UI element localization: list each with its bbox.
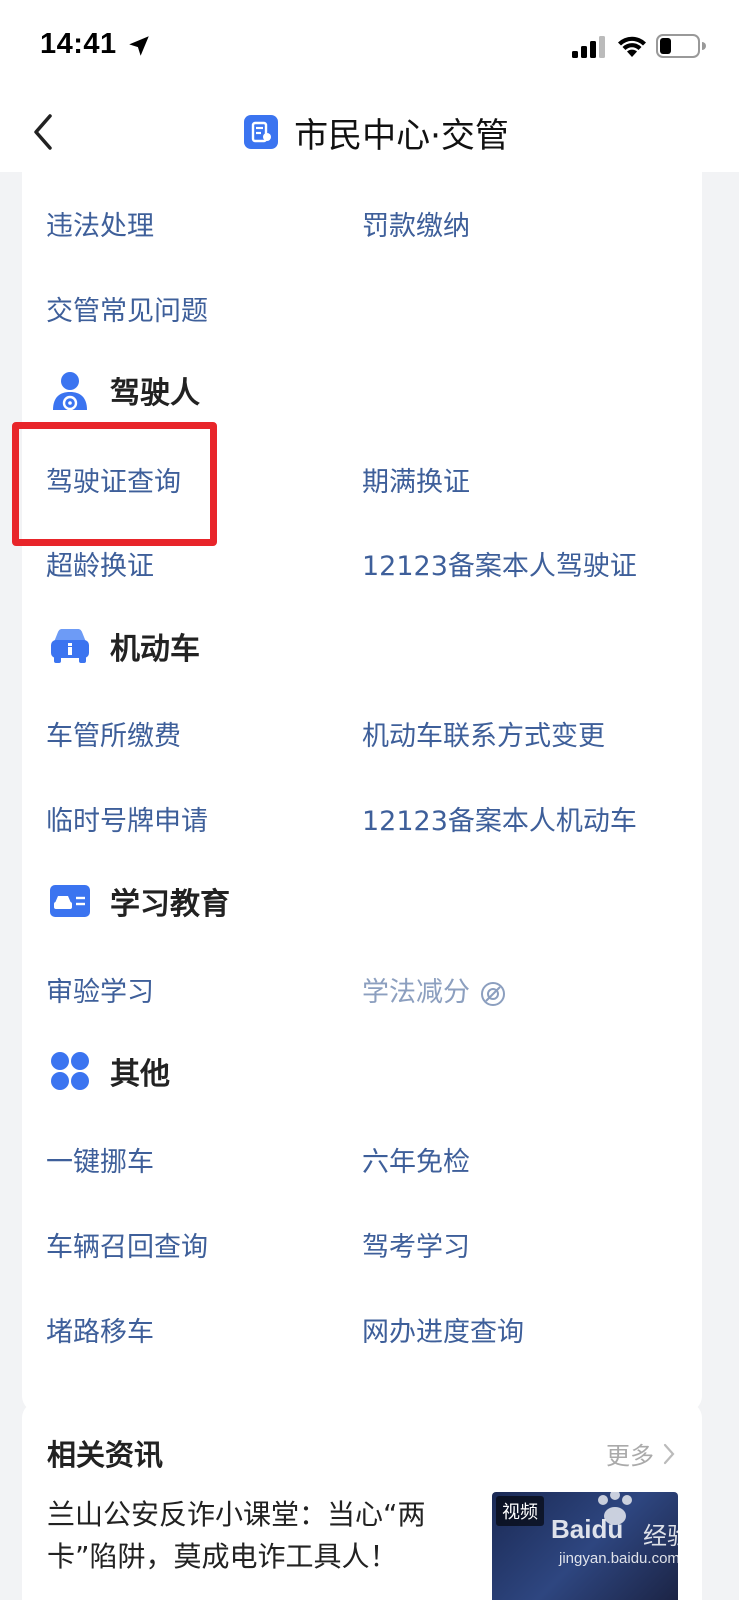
service-overage-renewal[interactable]: 超龄换证 [46,544,154,583]
chevron-right-icon [663,1443,675,1464]
service-violation-handling[interactable]: 违法处理 [46,204,154,243]
status-time: 14:41 [40,28,117,60]
service-12123-license-record[interactable]: 12123备案本人驾驶证 [362,544,637,583]
watermark-brand-cn: 经验 [643,1522,691,1550]
service-dmv-payment[interactable]: 车管所缴费 [46,714,181,753]
nav-bar: 市民中心·交管 [0,92,739,172]
baidu-watermark: Baidu 经验 jingyan.baidu.com [545,1488,735,1578]
section-driver-title: 驾驶人 [110,376,200,411]
news-more-link[interactable]: 更多 [606,1436,676,1471]
service-blocking-car[interactable]: 堵路移车 [46,1310,154,1349]
wifi-icon [618,36,646,57]
section-driver-header: 驾驶人 [48,368,200,412]
section-vehicle-header: 机动车 [48,624,200,668]
services-card: 违法处理 罚款缴纳 交管常见问题 驾驶人 驾驶证查询 期满换证 超龄换证 121… [22,172,702,1412]
service-document-icon [244,115,279,149]
nav-title-wrap: 市民中心·交管 [0,92,739,172]
service-fine-payment[interactable]: 罚款缴纳 [362,204,470,243]
driver-person-icon [53,372,87,411]
page-title: 市民中心·交管 [294,115,509,156]
section-vehicle-title: 机动车 [110,632,200,667]
service-expiry-renewal[interactable]: 期满换证 [362,460,470,499]
news-headline[interactable]: 兰山公安反诈小课堂：当心“两卡”陷阱，莫成电诈工具人！ [47,1494,487,1578]
service-law-study-points[interactable]: 学法减分 [362,970,506,1009]
highlight-annotation-box [12,422,217,546]
service-driving-test-study[interactable]: 驾考学习 [362,1225,470,1264]
watermark-url: jingyan.baidu.com [559,1550,680,1567]
service-contact-change[interactable]: 机动车联系方式变更 [362,714,605,753]
service-temp-plate[interactable]: 临时号牌申请 [46,799,208,838]
section-study-header: 学习教育 [48,879,230,923]
car-icon [51,629,89,663]
id-card-icon [50,885,90,917]
four-circles-icon [51,1052,89,1090]
location-arrow-icon [129,36,149,56]
section-study-title: 学习教育 [110,887,230,922]
section-other-header: 其他 [48,1049,170,1093]
service-move-car[interactable]: 一键挪车 [46,1140,154,1179]
status-bar: 14:41 [0,0,739,92]
section-other-title: 其他 [110,1057,170,1092]
cellular-signal-icon [572,36,605,58]
service-recall-query[interactable]: 车辆召回查询 [46,1225,208,1264]
service-law-study-label: 学法减分 [362,977,470,1008]
news-section-title: 相关资讯 [47,1438,164,1472]
video-tag: 视频 [496,1496,544,1526]
service-faq[interactable]: 交管常见问题 [46,289,208,328]
news-more-label: 更多 [606,1442,654,1470]
unavailable-badge-icon [481,981,505,1006]
service-six-year-exemption[interactable]: 六年免检 [362,1140,470,1179]
service-12123-vehicle-record[interactable]: 12123备案本人机动车 [362,799,637,838]
watermark-brand: Baidu [551,1514,624,1544]
service-progress-query[interactable]: 网办进度查询 [362,1310,524,1349]
service-review-study[interactable]: 审验学习 [46,970,154,1009]
battery-icon [656,34,706,58]
